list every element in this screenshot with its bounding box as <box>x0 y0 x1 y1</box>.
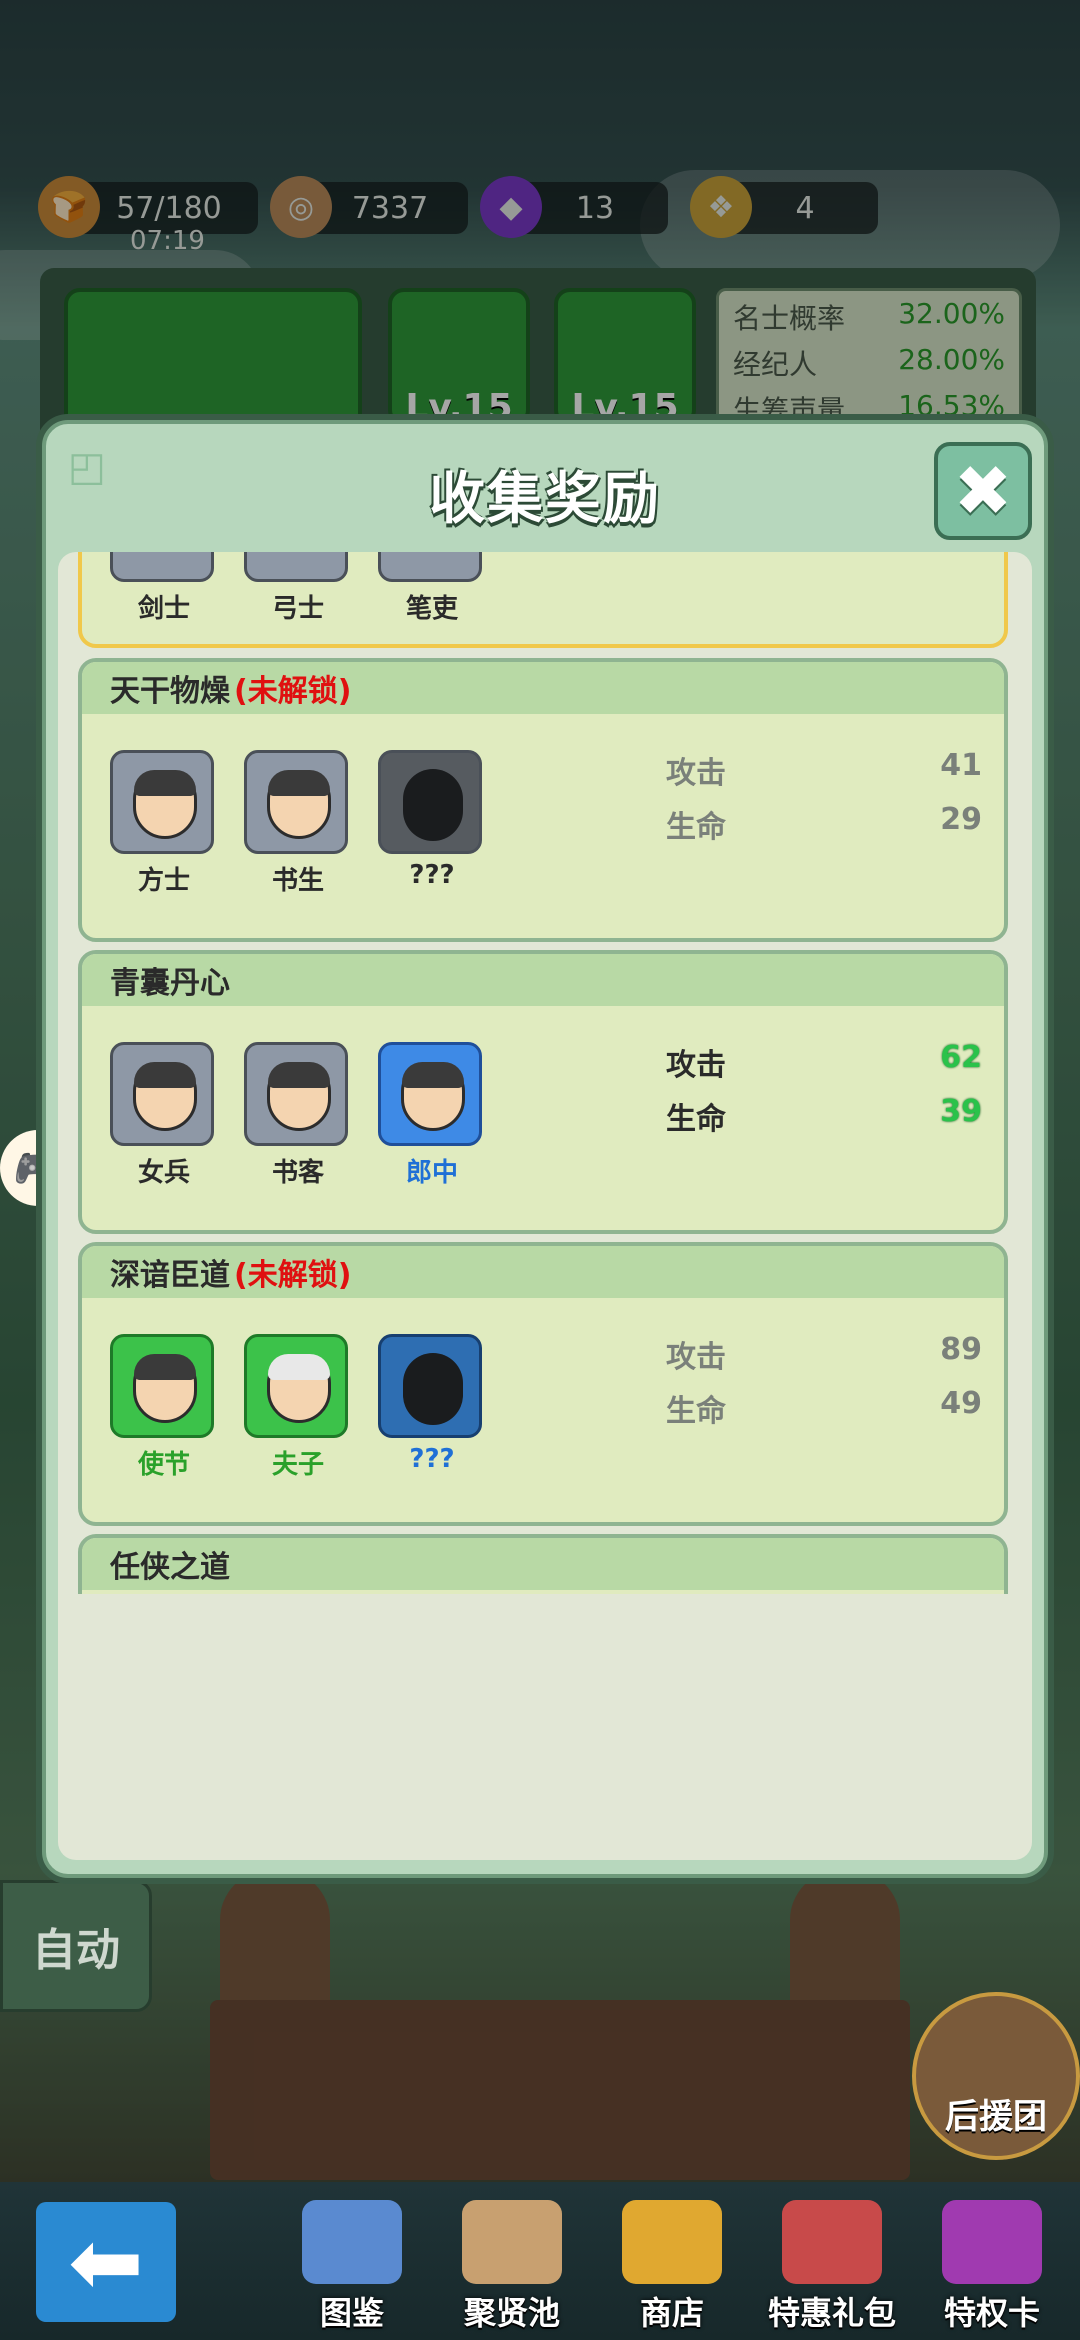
hero-item[interactable]: 郎中 <box>378 1042 486 1189</box>
auto-button[interactable]: 自动 <box>0 1880 152 2012</box>
card-attributes: 攻击 62 生命 39 <box>666 1040 982 1137</box>
locked-label: (未解锁) <box>234 1258 352 1293</box>
hero-item[interactable]: 方士 <box>110 750 218 897</box>
collection-card: 青囊丹心 女兵 书客 郎中 攻击 62 生命 39 <box>78 950 1008 1234</box>
collection-card: 任侠之道 <box>78 1534 1008 1594</box>
modal-title: 收集奖励 <box>429 467 661 532</box>
book-icon <box>302 2200 402 2284</box>
back-arrow-icon: ⬅ <box>68 2209 144 2315</box>
card-header: 天干物燥 (未解锁) <box>82 662 1004 714</box>
hero-item[interactable]: 剑士 <box>110 552 218 625</box>
nav-item-privilege-card[interactable]: 特权卡 <box>912 2200 1072 2340</box>
hero-item[interactable]: 女兵 <box>110 1042 218 1189</box>
locked-silhouette-icon <box>403 769 463 841</box>
gift-pack-icon <box>782 2200 882 2284</box>
hero-item[interactable]: 书客 <box>244 1042 352 1189</box>
collection-card: 天干物燥 (未解锁) 方士 书生 ??? 攻击 41 生命 29 <box>78 658 1008 942</box>
card-header: 任侠之道 <box>82 1538 1004 1590</box>
hero-item[interactable]: ??? <box>378 750 486 897</box>
collection-reward-modal: ◰ 收集奖励 ✖ 剑士 弓士 笔吏 天干物燥 (未解锁) 方士 书生 ??? 攻… <box>42 420 1048 1878</box>
card-header: 深谙臣道 (未解锁) <box>82 1246 1004 1298</box>
hero-item[interactable]: 夫子 <box>244 1334 352 1481</box>
privilege-icon <box>942 2200 1042 2284</box>
modal-content: 剑士 弓士 笔吏 天干物燥 (未解锁) 方士 书生 ??? 攻击 41 生命 2… <box>58 552 1032 1860</box>
nav-item-special-pack[interactable]: 特惠礼包 <box>752 2200 912 2340</box>
collection-list[interactable]: 剑士 弓士 笔吏 天干物燥 (未解锁) 方士 书生 ??? 攻击 41 生命 2… <box>58 552 1032 1594</box>
close-icon: ✖ <box>953 450 1013 532</box>
collection-card: 剑士 弓士 笔吏 <box>78 552 1008 648</box>
back-button[interactable]: ⬅ <box>36 2202 176 2322</box>
card-attributes: 攻击 41 生命 29 <box>666 748 982 845</box>
locked-label: (未解锁) <box>234 674 352 709</box>
hero-item[interactable]: 弓士 <box>244 552 352 625</box>
nav-item-codex[interactable]: 图鉴 <box>272 2200 432 2340</box>
support-team-button[interactable]: 后援团 <box>912 1992 1080 2160</box>
locked-silhouette-icon <box>403 1353 463 1425</box>
collection-card: 深谙臣道 (未解锁) 使节 夫子 ??? 攻击 89 生命 49 <box>78 1242 1008 1526</box>
card-header: 青囊丹心 <box>82 954 1004 1006</box>
hero-item[interactable]: 书生 <box>244 750 352 897</box>
nav-item-shop[interactable]: 商店 <box>592 2200 752 2340</box>
scroll-map-icon <box>462 2200 562 2284</box>
hero-item[interactable]: 使节 <box>110 1334 218 1481</box>
nav-item-recruit-pool[interactable]: 聚贤池 <box>432 2200 592 2340</box>
card-attributes: 攻击 89 生命 49 <box>666 1332 982 1429</box>
close-button[interactable]: ✖ <box>934 442 1032 540</box>
treasure-icon <box>622 2200 722 2284</box>
hero-item[interactable]: ??? <box>378 1334 486 1481</box>
hero-item[interactable]: 笔吏 <box>378 552 486 625</box>
bottom-nav: ⬅ 图鉴 聚贤池 商店 特惠礼包 特权卡 <box>0 2182 1080 2340</box>
